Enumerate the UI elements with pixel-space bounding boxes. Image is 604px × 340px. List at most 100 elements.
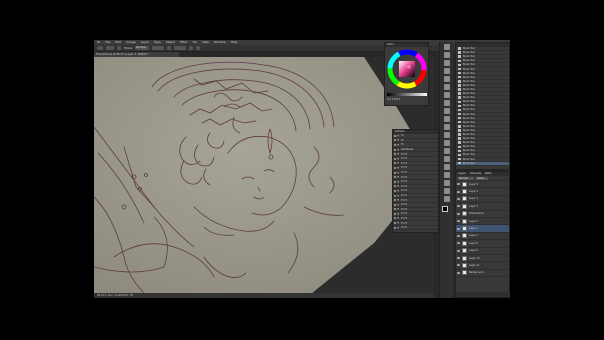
checkmark-icon[interactable]	[394, 212, 396, 215]
artwork-canvas[interactable]	[94, 57, 434, 293]
disclosure-triangle-icon[interactable]	[397, 153, 399, 156]
zoom-tool-icon[interactable]	[444, 196, 450, 202]
blur-tool-icon[interactable]	[444, 140, 450, 146]
checkmark-icon[interactable]	[394, 222, 396, 225]
eye-icon[interactable]	[457, 242, 460, 245]
checkmark-icon[interactable]	[394, 134, 396, 137]
disclosure-triangle-icon[interactable]	[397, 139, 399, 142]
checkmark-icon[interactable]	[394, 180, 396, 183]
layer-row[interactable]: Layer 11	[456, 262, 509, 270]
disclosure-triangle-icon[interactable]	[397, 226, 399, 229]
checkmark-icon[interactable]	[394, 162, 396, 165]
checkmark-icon[interactable]	[394, 203, 396, 206]
brush-tool-preset-button[interactable]	[97, 46, 103, 50]
lasso-tool-icon[interactable]	[444, 60, 450, 66]
checkmark-icon[interactable]	[394, 194, 396, 197]
disclosure-triangle-icon[interactable]	[397, 180, 399, 183]
disclosure-triangle-icon[interactable]	[397, 143, 399, 146]
checkmark-icon[interactable]	[394, 176, 396, 179]
layer-row[interactable]: Layer 5	[456, 188, 509, 196]
foreground-color-swatch[interactable]	[442, 206, 448, 212]
brush-size-picker[interactable]	[106, 46, 114, 50]
disclosure-triangle-icon[interactable]	[397, 212, 399, 215]
disclosure-triangle-icon[interactable]	[397, 157, 399, 160]
disclosure-triangle-icon[interactable]	[397, 171, 399, 174]
checkmark-icon[interactable]	[394, 153, 396, 156]
hand-tool-icon[interactable]	[444, 188, 450, 194]
eraser-tool-icon[interactable]	[444, 124, 450, 130]
flow-field[interactable]	[174, 46, 187, 50]
color-wheel[interactable]	[385, 47, 430, 91]
eye-icon[interactable]	[457, 205, 460, 208]
canvas-area[interactable]	[94, 57, 434, 293]
layer-row[interactable]: Layer 7	[456, 233, 509, 241]
checkmark-icon[interactable]	[394, 148, 396, 151]
layer-row[interactable]: Layer 10	[456, 255, 509, 263]
disclosure-triangle-icon[interactable]	[397, 189, 399, 192]
marquee-tool-icon[interactable]	[444, 52, 450, 58]
disclosure-triangle-icon[interactable]	[397, 194, 399, 197]
gradient-tool-icon[interactable]	[444, 132, 450, 138]
disclosure-triangle-icon[interactable]	[397, 203, 399, 206]
tab-layers[interactable]: Layers	[456, 172, 468, 176]
disclosure-triangle-icon[interactable]	[397, 162, 399, 165]
eye-icon[interactable]	[457, 212, 460, 215]
checkmark-icon[interactable]	[394, 166, 396, 169]
eye-icon[interactable]	[457, 271, 460, 274]
checkmark-icon[interactable]	[394, 226, 396, 229]
eye-icon[interactable]	[457, 249, 460, 252]
tab-paths[interactable]: Paths	[483, 172, 494, 176]
eye-icon[interactable]	[457, 257, 460, 260]
brush-panel-toggle[interactable]	[117, 46, 121, 50]
stamp-tool-icon[interactable]	[444, 108, 450, 114]
tab-channels[interactable]: Channels	[468, 172, 483, 176]
pressure-opacity-button[interactable]	[167, 46, 172, 50]
eye-icon[interactable]	[457, 190, 460, 193]
disclosure-triangle-icon[interactable]	[397, 166, 399, 169]
checkmark-icon[interactable]	[394, 199, 396, 202]
checkmark-icon[interactable]	[394, 139, 396, 142]
layer-row[interactable]: Layer 1	[456, 225, 509, 233]
saturation-square[interactable]	[399, 61, 415, 77]
move-tool-icon[interactable]	[444, 44, 450, 50]
layer-row[interactable]: FinishedLine	[456, 211, 509, 218]
disclosure-triangle-icon[interactable]	[397, 185, 399, 188]
opacity-field[interactable]	[152, 46, 165, 50]
disclosure-triangle-icon[interactable]	[397, 148, 399, 151]
layer-row[interactable]: Layer 2	[456, 218, 509, 226]
checkmark-icon[interactable]	[394, 185, 396, 188]
disclosure-triangle-icon[interactable]	[397, 134, 399, 137]
pen-tool-icon[interactable]	[444, 156, 450, 162]
eye-icon[interactable]	[457, 197, 460, 200]
layer-row[interactable]: Layer 9	[456, 248, 509, 255]
layers-footer-buttons[interactable]	[456, 292, 510, 297]
checkmark-icon[interactable]	[394, 171, 396, 174]
action-item[interactable]: Fx Fx	[393, 226, 438, 231]
eye-icon[interactable]	[457, 183, 460, 186]
history-brush-tool-icon[interactable]	[444, 116, 450, 122]
healing-tool-icon[interactable]	[444, 92, 450, 98]
pressure-size-button[interactable]	[196, 46, 201, 50]
dodge-tool-icon[interactable]	[444, 148, 450, 154]
layer-row[interactable]: Layer 6	[456, 181, 509, 189]
type-tool-icon[interactable]	[444, 164, 450, 170]
brightness-slider[interactable]	[387, 93, 427, 96]
eye-icon[interactable]	[457, 220, 460, 223]
checkmark-icon[interactable]	[394, 208, 396, 211]
layer-row[interactable]: Layer 3	[456, 203, 509, 211]
crop-tool-icon[interactable]	[444, 76, 450, 82]
eye-icon[interactable]	[457, 234, 460, 237]
history-state[interactable]: Brush Tool	[456, 161, 509, 166]
eye-icon[interactable]	[457, 227, 460, 230]
disclosure-triangle-icon[interactable]	[397, 217, 399, 220]
disclosure-triangle-icon[interactable]	[397, 176, 399, 179]
layer-row[interactable]: Background	[456, 270, 509, 278]
checkmark-icon[interactable]	[394, 189, 396, 192]
checkmark-icon[interactable]	[394, 157, 396, 160]
layer-row[interactable]: Layer 8	[456, 240, 509, 248]
airbrush-button[interactable]	[189, 46, 194, 50]
brush-tool-icon[interactable]	[444, 100, 450, 106]
checkmark-icon[interactable]	[394, 143, 396, 146]
eyedropper-tool-icon[interactable]	[444, 84, 450, 90]
blend-mode-dropdown[interactable]: Normal	[458, 176, 474, 180]
